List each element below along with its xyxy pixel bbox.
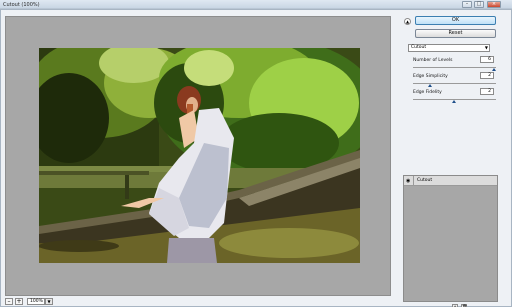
title-bar: Cutout (100%) – □ × <box>0 0 512 9</box>
filter-select-value: Cutout <box>411 45 427 50</box>
levels-slider-track[interactable] <box>413 67 496 68</box>
param-label-simplicity: Edge Simplicity <box>413 74 448 79</box>
simplicity-slider-track[interactable] <box>413 83 496 84</box>
divider <box>413 176 414 186</box>
eye-icon[interactable]: ◉ <box>406 178 410 184</box>
layer-name: Cutout <box>417 178 433 183</box>
close-button[interactable]: × <box>487 1 501 8</box>
chevron-down-icon: ▼ <box>484 45 488 50</box>
window-title: Cutout (100%) <box>3 1 40 8</box>
levels-slider-handle[interactable] <box>492 68 496 71</box>
preview-area[interactable] <box>5 16 391 296</box>
maximize-button[interactable]: □ <box>474 1 484 8</box>
effect-layers-panel: ◉ Cutout <box>403 175 498 302</box>
preview-image <box>39 48 360 263</box>
param-label-levels: Number of Levels <box>413 58 453 63</box>
fidelity-slider-handle[interactable] <box>452 100 456 103</box>
param-label-fidelity: Edge Fidelity <box>413 90 442 95</box>
reset-button[interactable]: Reset <box>415 29 496 38</box>
collapse-gallery-icon[interactable]: ▲ <box>404 18 411 25</box>
simplicity-input[interactable]: 2 <box>480 72 494 79</box>
levels-input[interactable]: 6 <box>480 56 494 63</box>
simplicity-slider-handle[interactable] <box>428 84 432 87</box>
zoom-in-button[interactable]: + <box>15 298 23 305</box>
zoom-controls: – + 100% ▼ <box>5 298 145 306</box>
filter-gallery-dialog: – + 100% ▼ ▲ OK Reset Cutout ▼ Number of… <box>0 9 512 307</box>
fidelity-input[interactable]: 2 <box>480 88 494 95</box>
filter-select[interactable]: Cutout ▼ <box>408 44 490 52</box>
ok-button[interactable]: OK <box>415 16 496 25</box>
layer-row[interactable]: ◉ Cutout <box>404 176 497 186</box>
zoom-out-button[interactable]: – <box>5 298 13 305</box>
minimize-button[interactable]: – <box>462 1 472 8</box>
zoom-dropdown-icon[interactable]: ▼ <box>45 298 53 305</box>
zoom-level-field[interactable]: 100% <box>27 298 45 305</box>
